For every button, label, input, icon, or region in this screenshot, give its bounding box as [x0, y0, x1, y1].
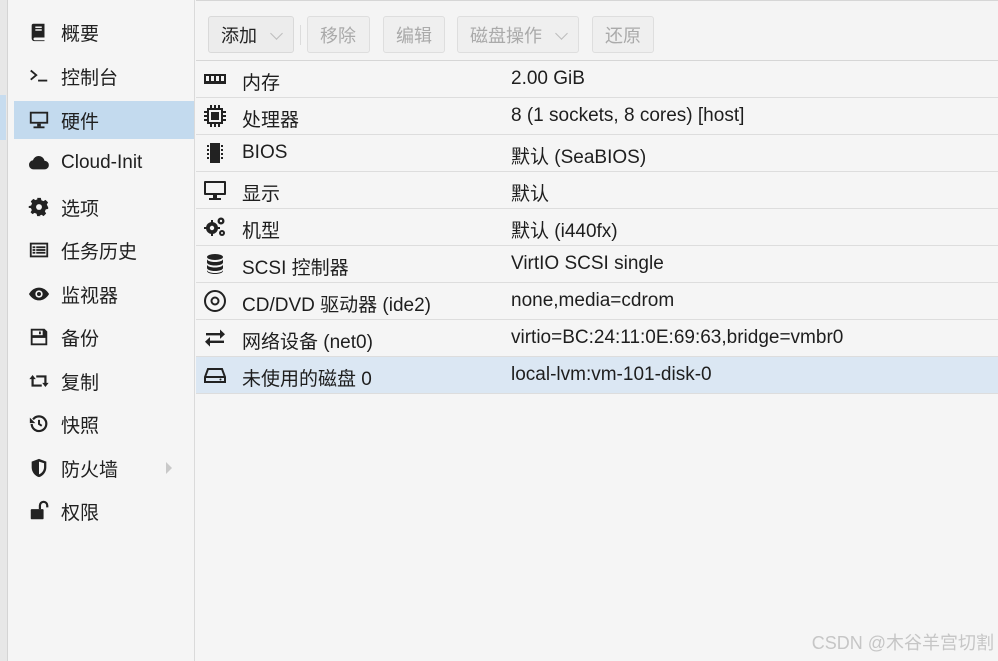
sidebar-item-label: 防火墙 — [61, 459, 119, 481]
table-row[interactable]: BIOS 默认 (SeaBIOS) — [196, 135, 998, 172]
row-value: VirtIO SCSI single — [511, 253, 664, 274]
row-value: 2.00 GiB — [511, 68, 585, 89]
sidebar-item-backup[interactable]: 备份 — [14, 318, 194, 356]
history-icon — [26, 411, 52, 437]
sidebar-item-cloud-init[interactable]: Cloud-Init — [14, 144, 194, 182]
disk-action-button[interactable]: 磁盘操作 — [457, 16, 579, 53]
row-value: local-lvm:vm-101-disk-0 — [511, 364, 712, 385]
row-key: 处理器 — [242, 110, 300, 131]
row-key: 未使用的磁盘 0 — [242, 369, 372, 390]
add-button-label: 添加 — [221, 25, 257, 46]
sidebar-item-console[interactable]: 控制台 — [14, 57, 194, 95]
row-value: none,media=cdrom — [511, 290, 675, 311]
floppy-disk-icon — [26, 324, 52, 350]
microchip-icon — [202, 140, 228, 166]
sidebar-item-label: 备份 — [61, 328, 100, 350]
gear-icon — [26, 194, 52, 220]
row-value: 默认 (i440fx) — [511, 221, 618, 242]
sidebar-item-snapshots[interactable]: 快照 — [14, 405, 194, 443]
shield-icon — [26, 455, 52, 481]
sidebar-item-hardware[interactable]: 硬件 — [14, 101, 194, 139]
exchange-icon — [202, 325, 228, 351]
row-key: 网络设备 (net0) — [242, 332, 373, 353]
eye-icon — [26, 281, 52, 307]
memory-icon — [202, 66, 228, 92]
unlock-icon — [26, 498, 52, 524]
sidebar-item-label: 复制 — [61, 372, 100, 394]
monitor-icon — [26, 107, 52, 133]
table-row[interactable]: 处理器 8 (1 sockets, 8 cores) [host] — [196, 98, 998, 135]
revert-button-label: 还原 — [605, 25, 641, 46]
chevron-down-icon — [270, 27, 283, 40]
sidebar-item-label: 权限 — [61, 502, 100, 524]
hardware-panel: 添加 移除 编辑 磁盘操作 还原 内存 2.00 GiB 处理器 8 (1 so… — [196, 0, 998, 661]
table-row[interactable]: 网络设备 (net0) virtio=BC:24:11:0E:69:63,bri… — [196, 320, 998, 357]
sidebar-item-label: 任务历史 — [61, 241, 138, 263]
left-edge-panel — [0, 0, 8, 661]
add-button[interactable]: 添加 — [208, 16, 294, 53]
cloud-icon — [26, 150, 52, 176]
book-icon — [26, 19, 52, 45]
table-row[interactable]: 机型 默认 (i440fx) — [196, 209, 998, 246]
sidebar-item-firewall[interactable]: 防火墙 — [14, 449, 194, 487]
table-row[interactable]: 内存 2.00 GiB — [196, 61, 998, 98]
chevron-down-icon — [555, 27, 568, 40]
sidebar-item-replication[interactable]: 复制 — [14, 362, 194, 400]
row-key: 显示 — [242, 184, 281, 205]
sidebar-item-label: 选项 — [61, 198, 100, 220]
sidebar-item-options[interactable]: 选项 — [14, 188, 194, 226]
left-edge-marker — [0, 95, 6, 140]
sidebar-item-label: 控制台 — [61, 67, 119, 89]
table-row[interactable]: SCSI 控制器 VirtIO SCSI single — [196, 246, 998, 283]
desktop-icon — [202, 177, 228, 203]
row-key: 机型 — [242, 221, 281, 242]
remove-button[interactable]: 移除 — [307, 16, 370, 53]
sidebar-item-permissions[interactable]: 权限 — [14, 492, 194, 530]
hdd-icon — [202, 362, 228, 388]
row-key: BIOS — [242, 142, 288, 163]
table-row[interactable]: 显示 默认 — [196, 172, 998, 209]
sidebar-item-label: 硬件 — [61, 111, 100, 133]
sidebar-item-label: 监视器 — [61, 285, 119, 307]
list-icon — [26, 237, 52, 263]
row-key: SCSI 控制器 — [242, 258, 349, 279]
row-value: 默认 (SeaBIOS) — [511, 147, 647, 168]
row-value: virtio=BC:24:11:0E:69:63,bridge=vmbr0 — [511, 327, 844, 348]
sidebar-item-label: Cloud-Init — [61, 152, 143, 173]
row-value: 8 (1 sockets, 8 cores) [host] — [511, 105, 745, 126]
cogs-icon — [202, 214, 228, 240]
table-row[interactable]: 未使用的磁盘 0 local-lvm:vm-101-disk-0 — [196, 357, 998, 394]
watermark: CSDN @木谷羊宫切割 — [811, 633, 994, 653]
retweet-icon — [26, 368, 52, 394]
table-row[interactable]: CD/DVD 驱动器 (ide2) none,media=cdrom — [196, 283, 998, 320]
terminal-icon — [26, 63, 52, 89]
sidebar-item-task-history[interactable]: 任务历史 — [14, 231, 194, 269]
row-key: 内存 — [242, 73, 281, 94]
edit-button-label: 编辑 — [396, 25, 432, 46]
vm-sidebar: 概要 控制台 硬件 Cloud-Init 选项 任务历史 监视器 备份 复制 快… — [14, 0, 195, 661]
expand-arrow-icon[interactable] — [166, 462, 172, 474]
cdrom-icon — [202, 288, 228, 314]
cpu-icon — [202, 103, 228, 129]
row-value: 默认 — [511, 184, 550, 205]
sidebar-item-summary[interactable]: 概要 — [14, 13, 194, 51]
revert-button[interactable]: 还原 — [592, 16, 654, 53]
toolbar-separator — [300, 25, 301, 45]
edit-button[interactable]: 编辑 — [383, 16, 445, 53]
disk-action-button-label: 磁盘操作 — [470, 25, 542, 46]
sidebar-item-monitor[interactable]: 监视器 — [14, 275, 194, 313]
remove-button-label: 移除 — [320, 25, 356, 46]
sidebar-item-label: 快照 — [61, 415, 100, 437]
toolbar: 添加 移除 编辑 磁盘操作 还原 — [196, 0, 998, 61]
sidebar-item-label: 概要 — [61, 23, 100, 45]
database-icon — [202, 251, 228, 277]
row-key: CD/DVD 驱动器 (ide2) — [242, 295, 431, 316]
